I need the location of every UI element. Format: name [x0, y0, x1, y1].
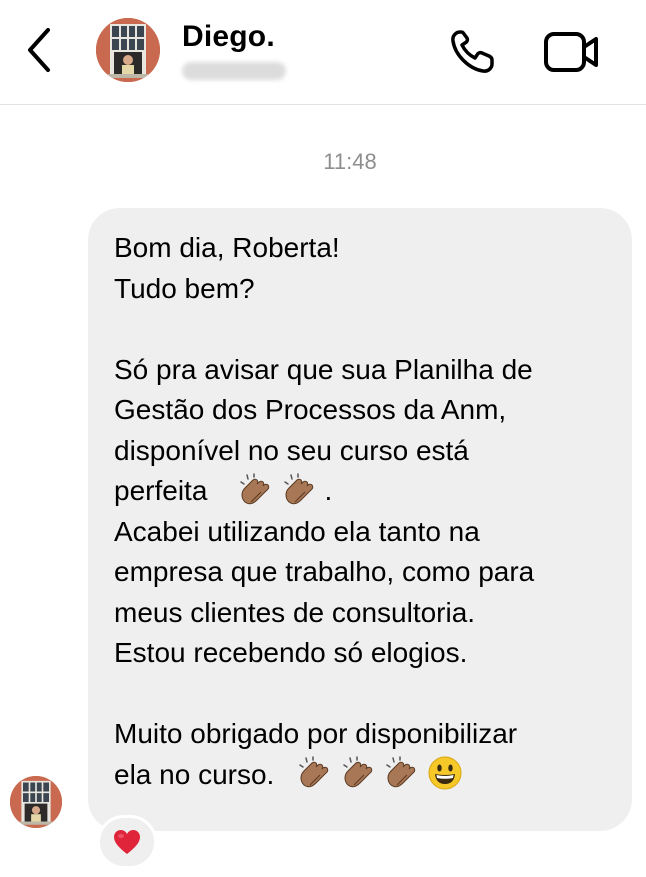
avatar-image [96, 18, 160, 82]
message-line: Acabei utilizando ela tanto na [114, 515, 480, 547]
message-line: meus clientes de consultoria. [114, 596, 476, 628]
back-button[interactable] [22, 26, 58, 74]
phone-icon [451, 30, 494, 73]
direct-message-screen: Diego. 11:48 Bom dia, Roberta! Tudo bem?… [0, 0, 646, 877]
message-line-text: ela no curso. [114, 758, 275, 790]
audio-call-button[interactable] [446, 26, 498, 78]
message-line-with-emoji: perfeita . [114, 471, 612, 512]
message-line-with-emoji: ela no curso. [114, 755, 612, 796]
message-reaction[interactable] [97, 815, 157, 869]
clapping-hands-emoji [284, 472, 313, 504]
message-line: Estou recebendo só elogios. [114, 637, 468, 668]
message-line: Gestão dos Processos da Anm, [114, 394, 507, 425]
contact-name[interactable]: Diego. [182, 20, 275, 54]
clapping-hands-emoji [299, 756, 329, 788]
clapping-hands-emoji [240, 472, 270, 504]
message-line-text: perfeita [114, 475, 208, 506]
message-line: Só pra avisar que sua Planilha de [114, 353, 533, 385]
message-line: empresa que trabalho, como para [114, 556, 535, 587]
message-line: disponível no seu curso está [114, 434, 469, 466]
message-line: Bom dia, Roberta! [114, 232, 340, 263]
message-text: Bom dia, Roberta! Tudo bem? Só pra avisa… [114, 228, 612, 795]
sender-avatar[interactable] [10, 776, 62, 828]
video-camera-icon [544, 32, 598, 72]
clapping-hands-emoji [342, 756, 372, 788]
chat-header: Diego. [0, 0, 646, 105]
contact-avatar[interactable] [96, 18, 160, 82]
message-timestamp: 11:48 [323, 149, 377, 174]
avatar-image [10, 776, 62, 828]
message-line [114, 309, 612, 350]
message-line: Tudo bem? [114, 272, 255, 304]
message-line [114, 674, 612, 715]
red-heart-emoji [114, 830, 140, 854]
clapping-hands-emoji [386, 756, 416, 788]
contact-username-redacted [182, 62, 286, 80]
message-line-suffix: . [324, 475, 333, 506]
message-bubble[interactable]: Bom dia, Roberta! Tudo bem? Só pra avisa… [88, 208, 632, 831]
video-call-button[interactable] [542, 28, 602, 76]
chevron-left-icon [28, 28, 50, 72]
message-line: Muito obrigado por disponibilizar [114, 718, 518, 749]
grinning-face-emoji [428, 756, 462, 790]
